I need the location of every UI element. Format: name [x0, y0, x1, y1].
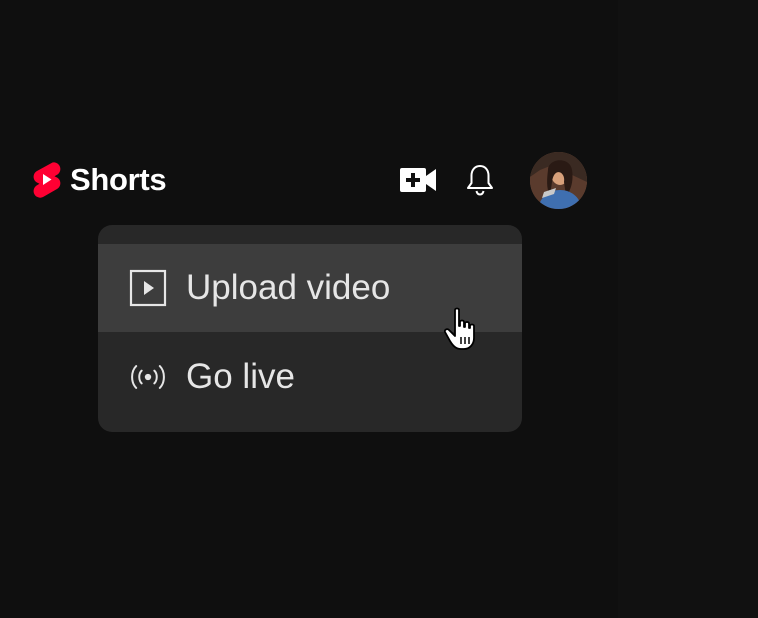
upload-video-menu-item[interactable]: Upload video — [98, 244, 522, 332]
shorts-logo[interactable]: Shorts — [30, 160, 167, 200]
go-live-menu-item[interactable]: Go live — [98, 333, 522, 421]
upload-video-label: Upload video — [186, 268, 391, 307]
create-video-button[interactable] — [396, 162, 440, 198]
create-menu: Upload video Go live — [98, 225, 522, 432]
user-avatar[interactable] — [530, 152, 587, 209]
go-live-label: Go live — [186, 357, 295, 396]
play-square-icon — [128, 268, 168, 308]
logo-text: Shorts — [70, 162, 167, 197]
bell-icon — [467, 165, 493, 196]
right-panel-edge — [618, 0, 758, 618]
shorts-logo-icon — [33, 162, 61, 198]
notifications-button[interactable] — [460, 158, 500, 202]
broadcast-icon — [128, 357, 168, 397]
avatar-image — [530, 152, 587, 209]
video-plus-icon — [400, 168, 436, 192]
